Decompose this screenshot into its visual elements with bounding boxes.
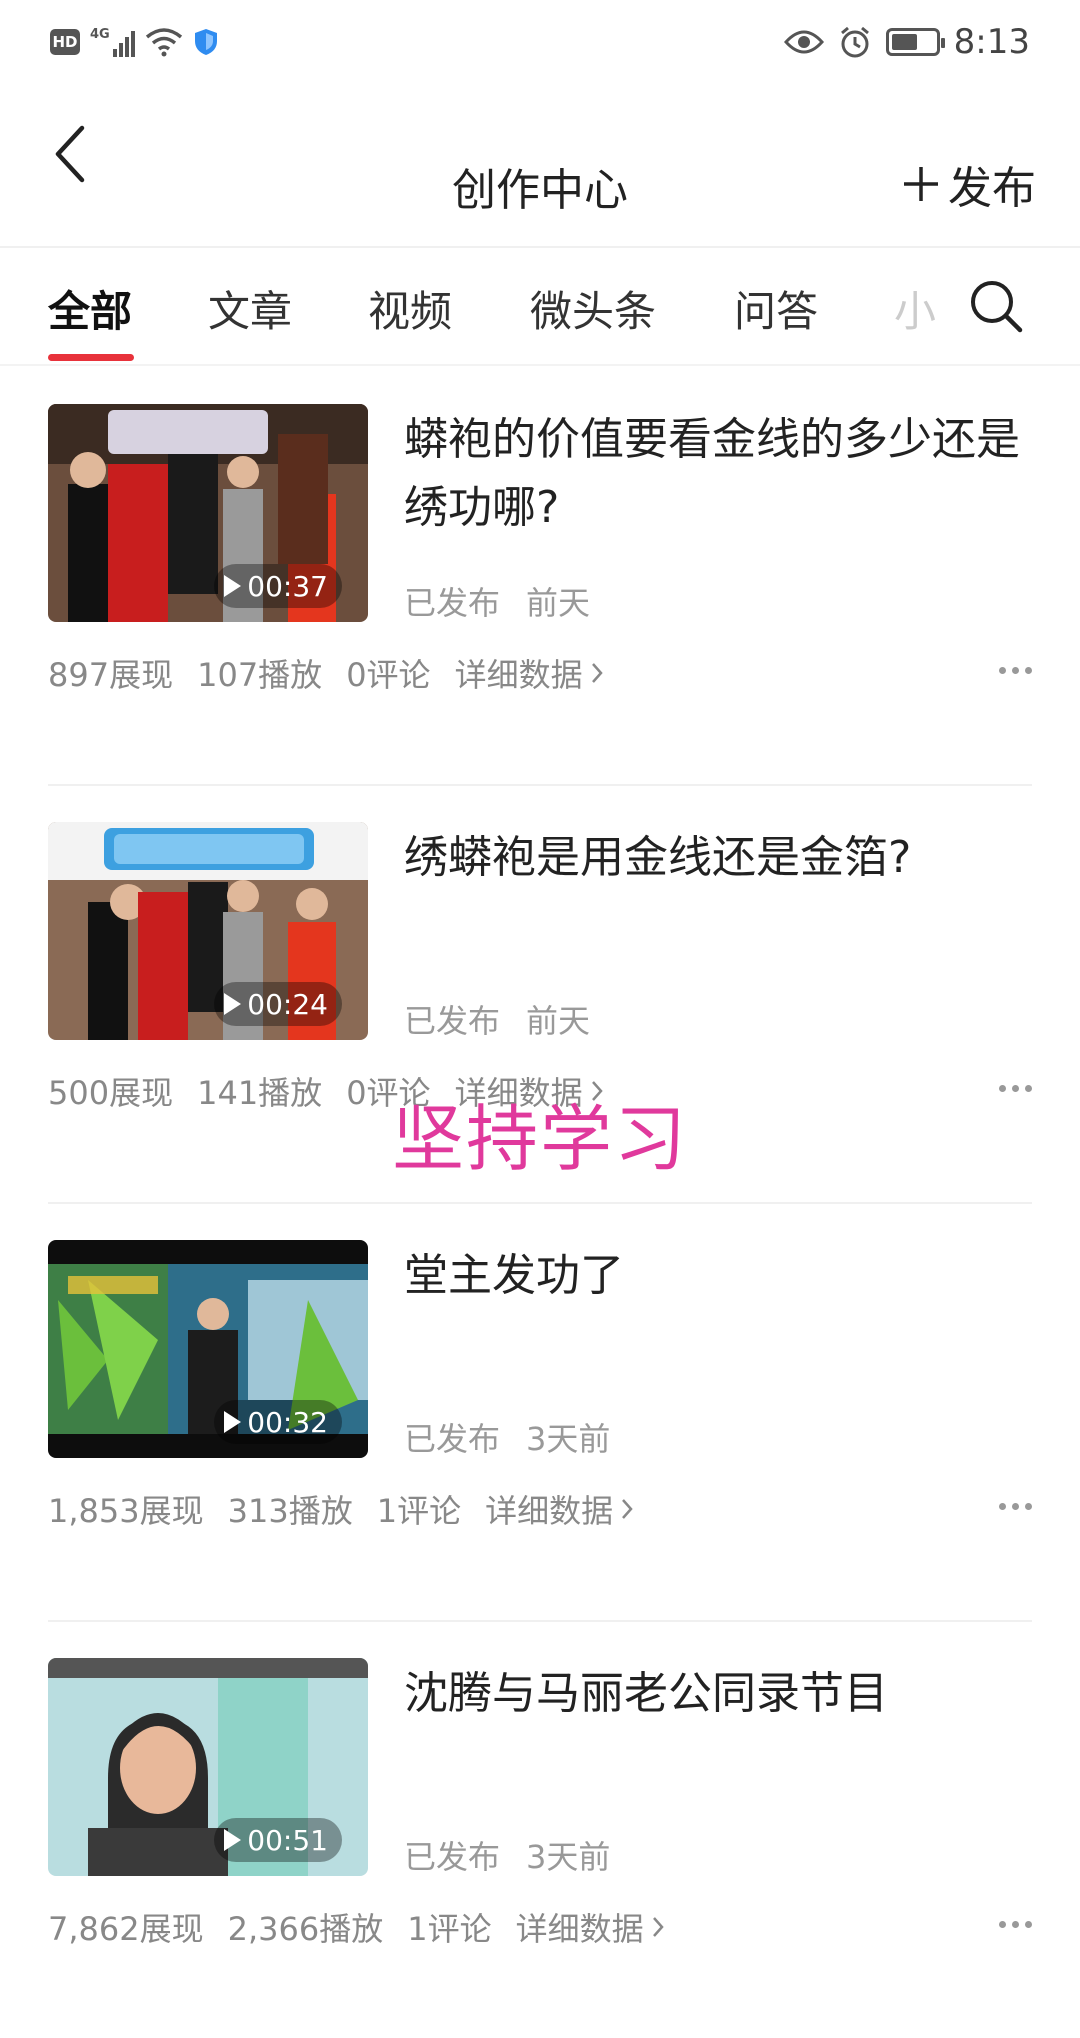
tab-articles[interactable]: 文章 xyxy=(208,278,292,339)
watermark-text: 坚持学习 xyxy=(392,1097,689,1181)
comments: 0评论 xyxy=(346,656,431,694)
eye-icon xyxy=(783,30,824,54)
plays: 141播放 xyxy=(197,1074,323,1112)
hd-icon: HD xyxy=(50,29,80,55)
impressions: 897展现 xyxy=(48,656,174,694)
tab-bar: 全部 文章 视频 微头条 问答 小 xyxy=(0,250,1080,366)
duration-text: 00:51 xyxy=(247,1823,328,1857)
chevron-right-icon xyxy=(652,1917,664,1937)
more-options-button[interactable] xyxy=(999,1496,1032,1516)
item-title[interactable]: 堂主发功了 xyxy=(404,1242,1034,1310)
duration-badge: 00:24 xyxy=(214,982,342,1026)
publish-label: 发布 xyxy=(948,163,1036,214)
item-stats: 7,862展现 2,366播放 1评论 详细数据 xyxy=(48,1904,664,1950)
tab-qa[interactable]: 问答 xyxy=(734,278,818,339)
plays: 2,366播放 xyxy=(227,1910,384,1948)
plus-icon xyxy=(904,167,938,201)
publish-status: 已发布 xyxy=(404,1420,501,1458)
clock: 8:13 xyxy=(953,22,1030,62)
more-options-button[interactable] xyxy=(999,1078,1032,1098)
chevron-right-icon xyxy=(591,663,603,683)
comments: 1评论 xyxy=(376,1492,462,1530)
item-title[interactable]: 沈腾与马丽老公同录节目 xyxy=(404,1660,1034,1728)
item-title[interactable]: 蟒袍的价值要看金线的多少还是绣功哪? xyxy=(404,406,1034,542)
video-thumbnail[interactable]: 00:24 xyxy=(48,822,368,1040)
network-type: 4G xyxy=(90,27,110,42)
video-thumbnail[interactable]: 00:51 xyxy=(48,1658,368,1876)
comments: 1评论 xyxy=(407,1910,492,1948)
duration-badge: 00:51 xyxy=(214,1818,342,1862)
chevron-right-icon xyxy=(622,1499,633,1519)
impressions: 1,853展现 xyxy=(48,1492,204,1530)
tab-all[interactable]: 全部 xyxy=(48,278,132,339)
list-item[interactable]: 00:32 堂主发功了 已发布 3天前 1,853展现 313播放 1评论 详细… xyxy=(0,1204,1080,1622)
duration-badge: 00:37 xyxy=(214,564,342,608)
publish-status: 已发布 xyxy=(404,1002,501,1040)
item-status: 已发布 3天前 xyxy=(404,1414,610,1460)
item-stats: 1,853展现 313播放 1评论 详细数据 xyxy=(48,1486,633,1532)
duration-text: 00:37 xyxy=(247,569,328,603)
item-status: 已发布 前天 xyxy=(404,996,590,1042)
list-item[interactable]: 00:51 沈腾与马丽老公同录节目 已发布 3天前 7,862展现 2,366播… xyxy=(0,1622,1080,2038)
detail-data-link[interactable]: 详细数据 xyxy=(516,1904,664,1950)
detail-data-link[interactable]: 详细数据 xyxy=(485,1486,633,1532)
more-options-button[interactable] xyxy=(999,1914,1032,1934)
plays: 107播放 xyxy=(197,656,323,694)
item-title[interactable]: 绣蟒袍是用金线还是金箔? xyxy=(404,824,1034,892)
status-left: HD 4G xyxy=(50,22,219,62)
plays: 313播放 xyxy=(227,1492,353,1530)
tab-micro-posts[interactable]: 微头条 xyxy=(530,278,656,339)
status-right: 8:13 xyxy=(783,18,1030,66)
detail-label: 详细数据 xyxy=(515,1910,644,1948)
tab-videos[interactable]: 视频 xyxy=(368,278,452,339)
duration-text: 00:32 xyxy=(247,1405,328,1439)
play-icon xyxy=(224,575,242,597)
impressions: 7,862展现 xyxy=(48,1910,204,1948)
battery-icon xyxy=(885,28,945,56)
shield-icon xyxy=(194,29,217,55)
detail-label: 详细数据 xyxy=(485,1492,614,1530)
tab-overflow[interactable]: 小 xyxy=(894,278,936,339)
item-stats: 897展现 107播放 0评论 详细数据 xyxy=(48,650,603,696)
play-icon xyxy=(224,1411,242,1433)
impressions: 500展现 xyxy=(48,1074,174,1112)
more-options-button[interactable] xyxy=(999,660,1032,680)
app-header: 创作中心 发布 xyxy=(0,84,1080,248)
publish-time: 3天前 xyxy=(526,1420,611,1458)
signal-icon: 4G xyxy=(90,27,135,57)
publish-time: 3天前 xyxy=(526,1838,611,1876)
item-status: 已发布 前天 xyxy=(404,578,590,624)
publish-time: 前天 xyxy=(526,1002,591,1040)
alarm-icon xyxy=(840,26,869,58)
publish-button[interactable]: 发布 xyxy=(902,152,1036,216)
duration-badge: 00:32 xyxy=(214,1400,342,1444)
video-thumbnail[interactable]: 00:37 xyxy=(48,404,368,622)
search-icon xyxy=(971,281,1023,333)
video-thumbnail[interactable]: 00:32 xyxy=(48,1240,368,1458)
search-button[interactable] xyxy=(968,278,1024,334)
play-icon xyxy=(224,993,242,1015)
active-tab-indicator xyxy=(48,354,134,361)
publish-status: 已发布 xyxy=(404,584,501,622)
detail-label: 详细数据 xyxy=(454,656,583,694)
list-item[interactable]: 00:37 蟒袍的价值要看金线的多少还是绣功哪? 已发布 前天 897展现 10… xyxy=(0,368,1080,786)
item-status: 已发布 3天前 xyxy=(404,1832,610,1878)
duration-text: 00:24 xyxy=(247,987,328,1021)
play-icon xyxy=(224,1829,242,1851)
detail-data-link[interactable]: 详细数据 xyxy=(455,650,603,696)
wifi-icon xyxy=(145,28,182,57)
status-bar: HD 4G 8:13 xyxy=(0,0,1080,84)
publish-time: 前天 xyxy=(526,584,591,622)
publish-status: 已发布 xyxy=(404,1838,501,1876)
